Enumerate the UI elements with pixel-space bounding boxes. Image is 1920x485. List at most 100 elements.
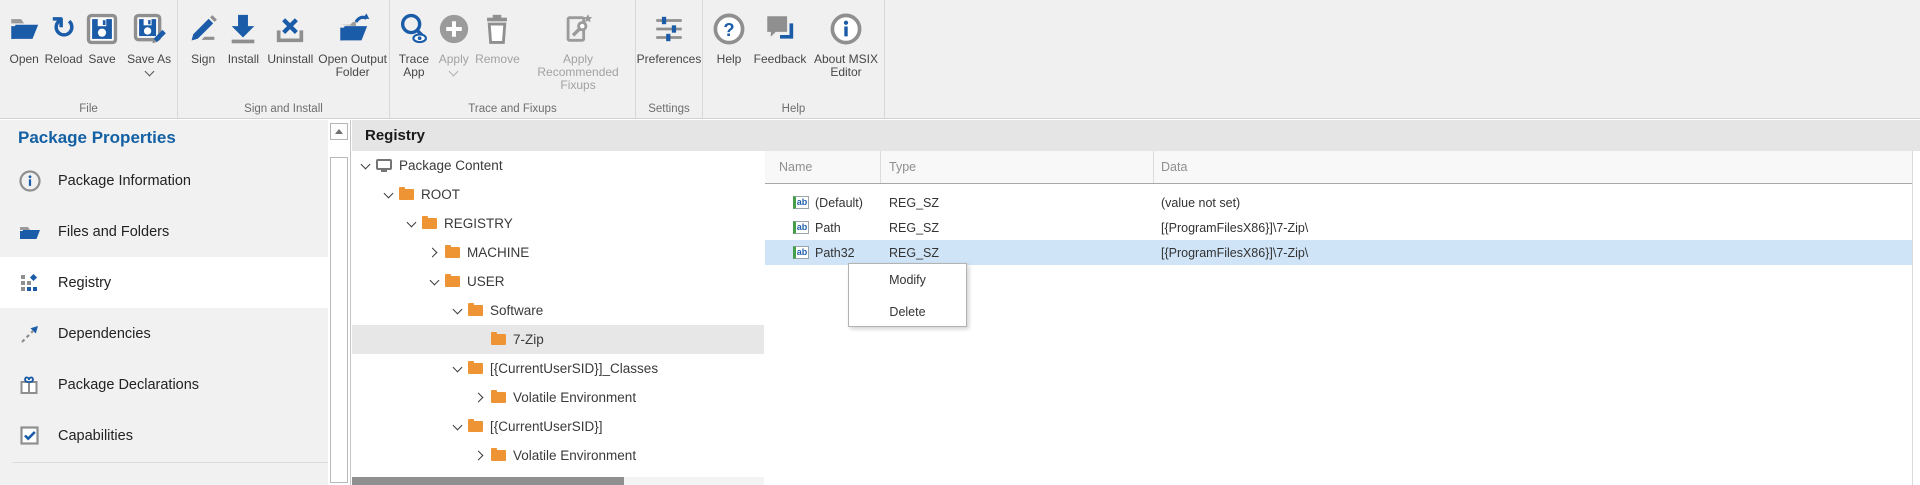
chevron-down-icon[interactable] bbox=[381, 188, 395, 202]
open-button-label: Open bbox=[10, 53, 39, 66]
about-msix-editor-button[interactable]: About MSIX Editor bbox=[809, 6, 883, 79]
chevron-down-icon[interactable] bbox=[358, 159, 372, 173]
folder-icon bbox=[422, 218, 437, 229]
help-button[interactable]: ? Help bbox=[707, 6, 751, 66]
ribbon-group-trace-fixups-label: Trace and Fixups bbox=[390, 103, 635, 115]
tree-node-label: [{CurrentUserSID}] bbox=[490, 419, 603, 434]
ribbon-group-sign-install-label: Sign and Install bbox=[178, 103, 389, 115]
chevron-down-icon[interactable] bbox=[427, 275, 441, 289]
tree-node-label: Software bbox=[490, 303, 543, 318]
ribbon-toolbar: Open ↻ Reload Save Save As File bbox=[0, 0, 1920, 119]
tree-node-label: MACHINE bbox=[467, 245, 529, 260]
apply-recommended-fixups-button[interactable]: Apply Recommended Fixups bbox=[521, 6, 635, 92]
column-header-name[interactable]: Name bbox=[765, 160, 880, 174]
ribbon-group-trace-fixups: Trace App Apply Remove Apply Recommend bbox=[390, 0, 636, 118]
plus-circle-icon bbox=[437, 8, 471, 50]
horizontal-scrollbar-thumb[interactable] bbox=[352, 477, 624, 485]
tree-node-root[interactable]: ROOT bbox=[352, 180, 764, 209]
open-output-folder-button[interactable]: Open Output Folder bbox=[316, 6, 389, 79]
remove-button[interactable]: Remove bbox=[474, 6, 521, 66]
tree-node-volatile-environment-1[interactable]: Volatile Environment bbox=[352, 383, 764, 412]
tree-node-software[interactable]: Software bbox=[352, 296, 764, 325]
open-button[interactable]: Open bbox=[4, 6, 44, 66]
sidebar-item-label: Registry bbox=[58, 275, 111, 291]
tree-horizontal-scrollbar[interactable] bbox=[352, 477, 764, 485]
install-button[interactable]: Install bbox=[222, 6, 264, 66]
sidebar-nav: Package Information Files and Folders Re… bbox=[0, 155, 328, 461]
question-circle-icon: ? bbox=[712, 8, 746, 50]
sliders-icon bbox=[652, 8, 686, 50]
table-row-path[interactable]: abPath REG_SZ [{ProgramFilesX86}]\7-Zip\ bbox=[765, 215, 1912, 240]
sidebar-item-label: Package Declarations bbox=[58, 377, 199, 393]
monitor-icon bbox=[376, 159, 392, 170]
trace-app-button[interactable]: Trace App bbox=[394, 6, 434, 79]
table-row-default[interactable]: ab(Default) REG_SZ (value not set) bbox=[765, 190, 1912, 215]
save-button[interactable]: Save bbox=[83, 6, 121, 66]
tree-node-package-content[interactable]: Package Content bbox=[352, 151, 764, 180]
sidebar-item-package-declarations[interactable]: Package Declarations bbox=[0, 359, 328, 410]
tree-node-currentusersid-classes[interactable]: [{CurrentUserSID}]_Classes bbox=[352, 354, 764, 383]
value-data: [{ProgramFilesX86}]\7-Zip\ bbox=[1153, 221, 1912, 235]
sidebar-item-capabilities[interactable]: Capabilities bbox=[0, 410, 328, 461]
sign-button[interactable]: Sign bbox=[184, 6, 222, 66]
context-menu-item-delete[interactable]: Delete bbox=[849, 296, 966, 328]
sidebar-scrollbar[interactable] bbox=[328, 120, 351, 485]
tree-node-label: Volatile Environment bbox=[513, 390, 636, 405]
column-header-data[interactable]: Data bbox=[1153, 151, 1912, 183]
page-title-bar: Registry bbox=[352, 120, 1920, 151]
ribbon-group-sign-install: Sign Install Uninstall Open Output Folde… bbox=[178, 0, 390, 118]
folder-icon bbox=[445, 276, 460, 287]
save-as-button[interactable]: Save As bbox=[121, 6, 177, 75]
magnifier-eye-icon bbox=[397, 8, 431, 50]
tree-node-user[interactable]: USER bbox=[352, 267, 764, 296]
value-type: REG_SZ bbox=[880, 196, 1153, 210]
sidebar-item-files-and-folders[interactable]: Files and Folders bbox=[0, 206, 328, 257]
sidebar-item-label: Files and Folders bbox=[58, 224, 169, 240]
uninstall-button[interactable]: Uninstall bbox=[264, 6, 316, 66]
folder-icon bbox=[468, 305, 483, 316]
chevron-right-icon[interactable] bbox=[473, 391, 487, 405]
chevron-down-icon[interactable] bbox=[450, 420, 464, 434]
scrollbar-up-button[interactable] bbox=[330, 123, 348, 140]
tree-node-volatile-environment-2[interactable]: Volatile Environment bbox=[352, 441, 764, 470]
value-name: Path bbox=[815, 221, 841, 235]
table-row-path32[interactable]: abPath32 REG_SZ [{ProgramFilesX86}]\7-Zi… bbox=[765, 240, 1912, 265]
chevron-down-icon[interactable] bbox=[404, 217, 418, 231]
string-value-icon: ab bbox=[793, 221, 809, 234]
tree-node-currentusersid[interactable]: [{CurrentUserSID}] bbox=[352, 412, 764, 441]
tree-node-label: REGISTRY bbox=[444, 216, 513, 231]
apply-recommended-fixups-button-label: Apply Recommended Fixups bbox=[521, 53, 635, 92]
sidebar-item-dependencies[interactable]: Dependencies bbox=[0, 308, 328, 359]
sidebar-item-registry[interactable]: Registry bbox=[0, 257, 328, 308]
chevron-placeholder bbox=[473, 333, 487, 347]
dependency-arrow-icon bbox=[18, 322, 42, 346]
feedback-button[interactable]: Feedback bbox=[751, 6, 809, 66]
save-as-dropdown-chevron-icon[interactable] bbox=[144, 67, 154, 77]
preferences-button[interactable]: Preferences bbox=[636, 6, 702, 66]
string-value-icon: ab bbox=[793, 196, 809, 209]
speech-bubble-icon bbox=[763, 8, 797, 50]
sidebar-divider bbox=[12, 462, 328, 463]
chevron-right-icon[interactable] bbox=[427, 246, 441, 260]
reload-button[interactable]: ↻ Reload bbox=[44, 6, 82, 66]
apply-dropdown-chevron-icon[interactable] bbox=[449, 67, 459, 77]
string-value-icon: ab bbox=[793, 246, 809, 259]
chevron-down-icon[interactable] bbox=[450, 362, 464, 376]
sidebar-item-label: Dependencies bbox=[58, 326, 151, 342]
tree-node-7zip[interactable]: 7-Zip bbox=[352, 325, 764, 354]
sidebar-item-package-information[interactable]: Package Information bbox=[0, 155, 328, 206]
uninstall-x-icon bbox=[273, 8, 307, 50]
chevron-down-icon[interactable] bbox=[450, 304, 464, 318]
feedback-button-label: Feedback bbox=[754, 53, 807, 66]
download-arrow-icon bbox=[226, 8, 260, 50]
tree-node-registry[interactable]: REGISTRY bbox=[352, 209, 764, 238]
chevron-right-icon[interactable] bbox=[473, 449, 487, 463]
tree-node-machine[interactable]: MACHINE bbox=[352, 238, 764, 267]
column-header-type[interactable]: Type bbox=[880, 151, 1153, 183]
context-menu-item-modify[interactable]: Modify bbox=[849, 264, 966, 296]
scrollbar-thumb[interactable] bbox=[330, 157, 348, 483]
apply-button[interactable]: Apply bbox=[434, 6, 474, 75]
tree-node-label: ROOT bbox=[421, 187, 460, 202]
svg-text:?: ? bbox=[723, 19, 734, 40]
ribbon-spacer bbox=[885, 0, 1920, 118]
